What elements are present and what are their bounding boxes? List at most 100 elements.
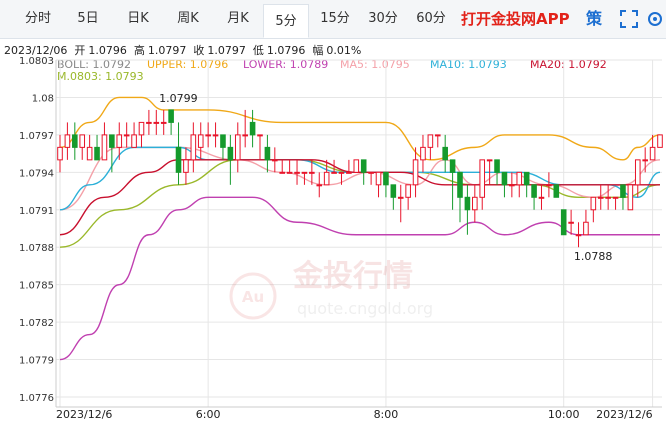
price-annotation: 1.0788	[574, 250, 613, 263]
candle-up	[138, 121, 145, 148]
candle-up	[605, 184, 611, 210]
candle-body	[501, 171, 508, 186]
candle-body	[109, 134, 115, 148]
candle-body	[227, 146, 234, 161]
y-tick-label: 1.0776	[19, 393, 54, 404]
candle-body	[94, 146, 100, 161]
candle-down	[501, 171, 508, 198]
candle-up	[153, 109, 160, 135]
candle-up	[190, 122, 197, 173]
candle-body	[560, 209, 567, 236]
candle-up	[538, 184, 545, 210]
candle-up	[57, 134, 63, 173]
watermark: Au 金投行情 quote.cngold.org	[229, 259, 433, 320]
candle-body	[553, 184, 560, 198]
candle-down	[383, 171, 389, 198]
candle-up	[434, 134, 441, 148]
candle-body	[375, 171, 382, 186]
candle-body	[153, 121, 160, 124]
candle-body	[272, 159, 278, 162]
candle-body	[538, 196, 545, 199]
y-tick-label: 1.0782	[19, 318, 54, 329]
series-line-ma10	[59, 146, 661, 211]
candle-body	[516, 171, 523, 186]
candle-up	[657, 134, 663, 148]
x-tick-label: 6:00	[196, 408, 221, 421]
candle-up	[316, 172, 323, 198]
candle-body	[590, 196, 597, 211]
candle-up	[131, 122, 137, 148]
candle-body	[79, 134, 86, 148]
candle-up	[420, 134, 426, 173]
candle-down	[457, 171, 463, 223]
y-tick-label: 1.0779	[19, 356, 54, 367]
candle-up	[590, 196, 597, 223]
candle-body	[449, 159, 456, 173]
candle-body	[546, 184, 552, 187]
candle-body	[72, 134, 78, 148]
candle-up	[472, 184, 478, 223]
candle-body	[183, 159, 189, 173]
candle-body	[286, 171, 293, 174]
candle-body	[360, 159, 367, 173]
series-line-ma5	[59, 146, 661, 211]
candle-down	[390, 184, 397, 210]
candle-body	[190, 134, 197, 161]
candle-body	[249, 121, 256, 136]
x-tick-label: 2023/12/6	[596, 408, 652, 421]
candle-body	[642, 159, 648, 162]
candle-body	[205, 134, 211, 137]
candle-down	[264, 134, 271, 173]
candle-body	[116, 134, 123, 148]
candle-body	[583, 221, 589, 236]
candle-up	[301, 171, 308, 185]
candle-up	[64, 122, 71, 160]
candle-body	[605, 196, 611, 199]
candle-down	[523, 171, 530, 198]
candle-body	[279, 171, 286, 174]
candle-up	[279, 159, 286, 174]
candle-body	[294, 171, 300, 174]
candle-up	[583, 209, 589, 236]
candle-body	[64, 134, 71, 148]
candle-body	[197, 134, 204, 148]
candle-body	[649, 146, 656, 161]
candle-up	[86, 134, 93, 161]
candle-body	[464, 196, 471, 211]
candle-body	[634, 159, 641, 186]
y-tick-label: 1.0803	[19, 56, 54, 67]
candlestick-chart: Au 金投行情 quote.cngold.org 1.0803 1.08 1.079…	[19, 56, 663, 421]
candle-body	[523, 171, 530, 186]
candle-down	[175, 122, 182, 185]
candle-body	[138, 121, 145, 136]
candle-down	[620, 184, 626, 210]
candle-body	[301, 171, 308, 174]
candle-up	[627, 184, 634, 211]
candle-up	[575, 222, 582, 248]
candle-body	[494, 159, 500, 173]
candle-down	[94, 134, 100, 161]
candle-body	[131, 134, 137, 148]
candle-body	[264, 146, 271, 161]
candle-body	[368, 171, 374, 174]
candle-up	[397, 184, 404, 223]
candle-down	[560, 209, 567, 236]
candle-up	[257, 134, 263, 160]
candle-body	[168, 109, 174, 123]
candle-body	[242, 134, 248, 137]
candle-body	[627, 184, 634, 211]
candle-up	[123, 122, 130, 148]
candle-up	[568, 209, 574, 235]
candle-up	[183, 147, 189, 185]
candle-up	[546, 172, 552, 198]
candle-body	[479, 159, 486, 198]
candle-body	[427, 134, 434, 148]
y-tick-label: 1.0791	[19, 206, 54, 217]
candle-body	[346, 171, 352, 174]
candle-body	[234, 134, 241, 161]
y-tick-label: 1.0794	[19, 168, 54, 179]
candle-body	[316, 184, 323, 187]
candle-down	[227, 134, 234, 185]
x-tick-label: 2023/12/6	[56, 408, 112, 421]
candle-body	[612, 196, 619, 199]
